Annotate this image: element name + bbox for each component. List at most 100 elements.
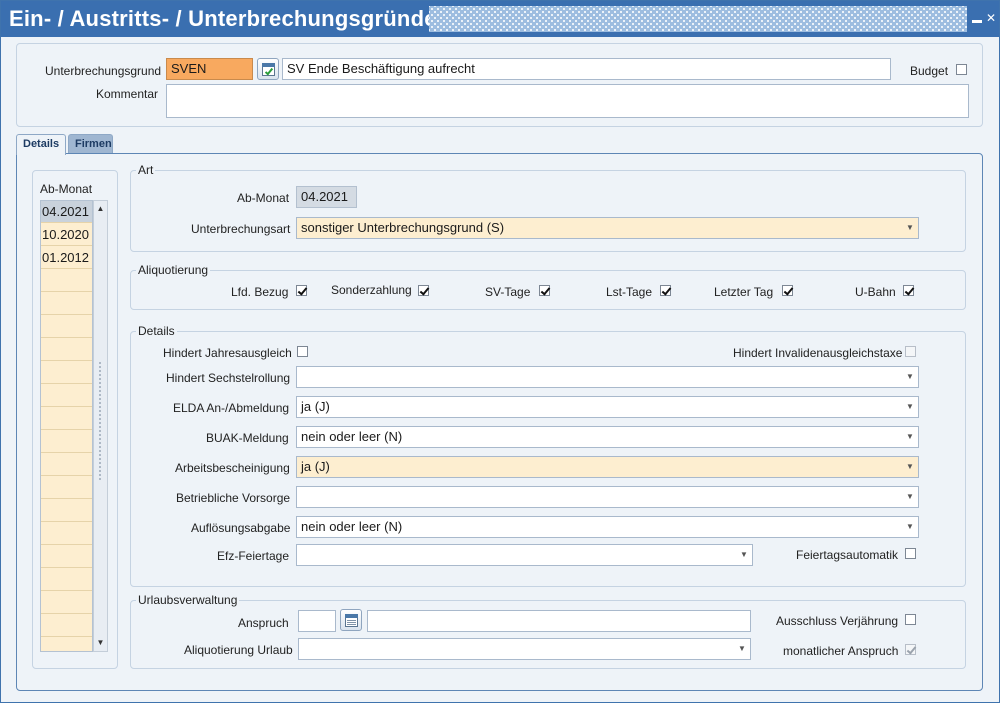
aliquotierung-urlaub-select[interactable]: ▼ <box>298 638 751 660</box>
title-bar-pattern <box>429 6 967 32</box>
list-item[interactable]: 10.2020 <box>41 224 92 246</box>
sechstelrollung-select[interactable]: ▼ <box>296 366 919 388</box>
unterbrechungsart-select[interactable]: sonstiger Unterbrechungsgrund (S) ▼ <box>296 217 919 239</box>
monatlich-checkbox[interactable] <box>905 644 916 655</box>
art-group <box>130 170 966 252</box>
aufloesungsabgabe-value: nein oder leer (N) <box>301 519 403 534</box>
minimize-icon[interactable] <box>971 12 983 24</box>
sonderzahlung-checkbox[interactable] <box>418 285 429 296</box>
sv-tage-checkbox[interactable] <box>539 285 550 296</box>
list-item-empty[interactable] <box>41 569 92 591</box>
chevron-down-icon[interactable]: ▼ <box>902 367 918 387</box>
chevron-down-icon[interactable]: ▼ <box>902 487 918 507</box>
invalidenausgleichstaxe-checkbox[interactable] <box>905 346 916 357</box>
ab-monat-field: 04.2021 <box>296 186 357 208</box>
list-item-empty[interactable] <box>41 523 92 545</box>
list-item-empty[interactable] <box>41 546 92 568</box>
invalidenausgleichstaxe-label: Hindert Invalidenausgleichstaxe <box>733 346 903 360</box>
list-item-empty[interactable] <box>41 270 92 292</box>
u-bahn-label: U-Bahn <box>855 285 896 299</box>
list-item-empty[interactable] <box>41 362 92 384</box>
lst-tage-label: Lst-Tage <box>606 285 653 299</box>
aliquotierung-legend: Aliquotierung <box>136 263 211 277</box>
reason-text-input[interactable]: SV Ende Beschäftigung aufrecht <box>282 58 891 80</box>
anspruch-text-input[interactable] <box>367 610 751 632</box>
feiertagsautomatik-checkbox[interactable] <box>905 548 916 559</box>
window-title: Ein- / Austritts- / Unterbrechungsgründe <box>9 6 437 31</box>
chevron-down-icon[interactable]: ▼ <box>902 457 918 477</box>
reason-lookup-button[interactable] <box>257 58 279 80</box>
unterbrechungsart-label: Unterbrechungsart <box>191 222 291 236</box>
anspruch-label: Anspruch <box>238 616 289 630</box>
chevron-down-icon[interactable]: ▼ <box>902 218 918 238</box>
month-list[interactable]: 04.2021 10.2020 01.2012 <box>40 200 93 652</box>
arbeitsbescheinigung-value: ja (J) <box>301 459 330 474</box>
letzter-tag-checkbox[interactable] <box>782 285 793 296</box>
feiertagsautomatik-label: Feiertagsautomatik <box>796 548 899 562</box>
sechstelrollung-label: Hindert Sechstelrollung <box>166 371 291 385</box>
list-item-empty[interactable] <box>41 316 92 338</box>
app-window: Ein- / Austritts- / Unterbrechungsgründe… <box>0 0 1000 703</box>
reason-code-input[interactable]: SVEN <box>166 58 253 80</box>
verjaehrung-checkbox[interactable] <box>905 614 916 625</box>
chevron-down-icon[interactable]: ▼ <box>734 639 750 659</box>
close-icon[interactable]: ✕ <box>985 12 997 24</box>
arbeitsbescheinigung-select[interactable]: ja (J) ▼ <box>296 456 919 478</box>
list-item-empty[interactable] <box>41 385 92 407</box>
chevron-down-icon[interactable]: ▼ <box>902 517 918 537</box>
list-item-empty[interactable] <box>41 431 92 453</box>
lfd-bezug-checkbox[interactable] <box>296 285 307 296</box>
jahresausgleich-checkbox[interactable] <box>297 346 308 357</box>
comment-input[interactable] <box>166 84 969 118</box>
list-item-empty[interactable] <box>41 615 92 637</box>
list-item[interactable]: 01.2012 <box>41 247 92 269</box>
comment-label: Kommentar <box>96 87 159 101</box>
jahresausgleich-label: Hindert Jahresausgleich <box>163 346 292 360</box>
budget-checkbox[interactable] <box>956 64 967 75</box>
elda-label: ELDA An-/Abmeldung <box>173 401 290 415</box>
efz-select[interactable]: ▼ <box>296 544 753 566</box>
chevron-down-icon[interactable]: ▼ <box>902 427 918 447</box>
budget-label: Budget <box>910 64 949 78</box>
title-bar[interactable]: Ein- / Austritts- / Unterbrechungsgründe… <box>1 1 999 37</box>
list-item-empty[interactable] <box>41 477 92 499</box>
lst-tage-checkbox[interactable] <box>660 285 671 296</box>
tab-details[interactable]: Details <box>16 134 66 155</box>
scroll-grip[interactable] <box>98 361 103 481</box>
vorsorge-label: Betriebliche Vorsorge <box>176 491 291 505</box>
month-list-header: Ab-Monat <box>40 182 93 196</box>
letzter-tag-label: Letzter Tag <box>714 285 774 299</box>
chevron-down-icon[interactable]: ▼ <box>736 545 752 565</box>
buak-label: BUAK-Meldung <box>206 431 289 445</box>
buak-select[interactable]: nein oder leer (N) ▼ <box>296 426 919 448</box>
anspruch-calendar-button[interactable] <box>340 609 362 631</box>
u-bahn-checkbox[interactable] <box>903 285 914 296</box>
list-item-empty[interactable] <box>41 454 92 476</box>
lfd-bezug-label: Lfd. Bezug <box>231 285 289 299</box>
aufloesungsabgabe-select[interactable]: nein oder leer (N) ▼ <box>296 516 919 538</box>
urlaub-legend: Urlaubsverwaltung <box>136 593 240 607</box>
list-item-empty[interactable] <box>41 408 92 430</box>
anspruch-input[interactable] <box>298 610 336 632</box>
sv-tage-label: SV-Tage <box>485 285 531 299</box>
sonderzahlung-label: Sonderzahlung <box>331 283 412 297</box>
chevron-down-icon[interactable]: ▼ <box>902 397 918 417</box>
elda-select[interactable]: ja (J) ▼ <box>296 396 919 418</box>
list-item-empty[interactable] <box>41 592 92 614</box>
ab-monat-label: Ab-Monat <box>237 191 290 205</box>
month-list-scrollbar[interactable]: ▲ ▼ <box>93 200 108 652</box>
scroll-up-icon[interactable]: ▲ <box>95 203 106 215</box>
list-item-empty[interactable] <box>41 500 92 522</box>
monatlich-label: monatlicher Anspruch <box>783 644 899 658</box>
arbeitsbescheinigung-label: Arbeitsbescheinigung <box>175 461 290 475</box>
elda-value: ja (J) <box>301 399 330 414</box>
vorsorge-select[interactable]: ▼ <box>296 486 919 508</box>
art-legend: Art <box>136 163 156 177</box>
list-item[interactable]: 04.2021 <box>41 201 92 223</box>
list-item-empty[interactable] <box>41 293 92 315</box>
aliquotierung-urlaub-label: Aliquotierung Urlaub <box>184 643 293 657</box>
tab-firmen[interactable]: Firmen <box>68 134 113 154</box>
scroll-down-icon[interactable]: ▼ <box>95 637 106 649</box>
reason-label: Unterbrechungsgrund <box>45 64 162 78</box>
list-item-empty[interactable] <box>41 339 92 361</box>
